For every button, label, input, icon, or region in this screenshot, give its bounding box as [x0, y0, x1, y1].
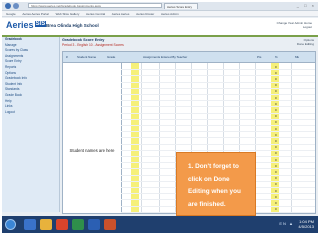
system-tray[interactable]: EN ▲	[279, 221, 294, 226]
score-cell[interactable]: 0	[275, 182, 277, 186]
header-link-logout[interactable]: Logout	[277, 25, 312, 29]
ie-icon[interactable]	[24, 219, 36, 230]
page-subtitle: Period 3 - English 10 - Assignment Score…	[62, 43, 124, 47]
media-icon[interactable]	[56, 219, 68, 230]
folder-icon[interactable]	[40, 219, 52, 230]
column-header[interactable]: Pts	[257, 55, 261, 59]
app-header: Aeries SIS Brea Olinda High School Change…	[2, 18, 318, 37]
score-cell[interactable]: 0	[275, 139, 277, 143]
table-row	[121, 100, 315, 102]
done-editing-link[interactable]: Done Editing	[297, 42, 314, 46]
back-icon[interactable]	[5, 3, 11, 9]
score-cell[interactable]: 0	[275, 158, 277, 162]
score-cell[interactable]: 0	[275, 114, 277, 118]
score-cell[interactable]: 0	[275, 151, 277, 155]
score-cell[interactable]: 0	[275, 77, 277, 81]
column-header[interactable]: %	[275, 55, 278, 59]
excel-icon[interactable]	[72, 219, 84, 230]
column-header[interactable]: #	[66, 55, 68, 59]
gradebook-title-bar: Gradebook Score Entry Period 3 - English…	[62, 38, 272, 50]
word-icon[interactable]	[88, 219, 100, 230]
logo-text: Aeries	[6, 20, 34, 30]
column-header[interactable]: Mk	[295, 55, 299, 59]
favorite-link[interactable]: Web Slice Gallery	[56, 12, 80, 16]
table-row	[121, 112, 315, 114]
score-cell[interactable]: 0	[275, 201, 277, 205]
aeries-logo[interactable]: Aeries SIS	[6, 20, 47, 30]
header-links: Change Year Admin Home Logout	[277, 21, 312, 29]
forward-icon[interactable]	[13, 3, 19, 9]
score-cell[interactable]: 0	[275, 89, 277, 93]
page-title: Gradebook Score Entry	[62, 38, 105, 42]
table-row	[121, 118, 315, 120]
powerpoint-icon[interactable]	[104, 219, 116, 230]
table-header: # Student Name Grade Assignments Entered…	[63, 52, 315, 63]
score-cell[interactable]: 0	[275, 120, 277, 124]
score-cell[interactable]: 0	[275, 145, 277, 149]
favorite-link[interactable]: Aeries Aeries Portal	[22, 12, 48, 16]
score-cell[interactable]: 0	[275, 83, 277, 87]
table-row	[121, 106, 315, 108]
nav-item[interactable]: Logout	[2, 110, 59, 116]
student-names-column: Student names are here	[63, 63, 122, 213]
window-controls[interactable]: _ □ ×	[297, 3, 316, 8]
table-row	[121, 137, 315, 139]
score-cell[interactable]: 0	[275, 71, 277, 75]
score-cell[interactable]: 0	[275, 170, 277, 174]
table-row	[121, 143, 315, 145]
score-cell[interactable]: 0	[275, 176, 277, 180]
score-cell[interactable]: 0	[275, 195, 277, 199]
score-cell[interactable]: 0	[275, 189, 277, 193]
score-cell[interactable]: 0	[275, 133, 277, 137]
instruction-callout: 1. Don't forget to click on Done Editing…	[176, 152, 256, 216]
student-names-note: Student names are here	[69, 148, 115, 153]
favorites-bar: Google Aeries Aeries Portal Web Slice Ga…	[2, 11, 318, 17]
gradebook-actions: Options Done Editing	[297, 38, 314, 46]
score-cell[interactable]: 0	[275, 96, 277, 100]
favorite-link[interactable]: Aeries Aeries	[112, 12, 130, 16]
logo-badge: SIS	[34, 21, 47, 27]
clock[interactable]: 1:04 PM 4/5/2013	[298, 219, 314, 229]
column-header[interactable]: Grade	[107, 55, 115, 59]
column-header[interactable]: Assignments Entered By Teacher	[143, 55, 187, 59]
left-navigation: Gradebook Manage Scores by Class Assignm…	[2, 37, 60, 212]
table-row	[121, 149, 315, 151]
school-name: Brea Olinda High School	[46, 23, 99, 28]
callout-number: 1.	[188, 163, 194, 170]
score-cell[interactable]: 0	[275, 102, 277, 106]
score-cell[interactable]: 0	[275, 207, 277, 211]
table-row	[121, 94, 315, 95]
browser-toolbar: https://www.aeries.net/Gradebook Assignm…	[2, 2, 318, 11]
windows-taskbar: EN ▲ 1:04 PM 4/5/2013	[2, 216, 318, 233]
column-header[interactable]: Student Name	[77, 55, 96, 59]
start-button-icon[interactable]	[5, 219, 16, 230]
score-cell[interactable]: 0	[275, 164, 277, 168]
table-row	[121, 125, 315, 126]
favorite-link[interactable]: Aeries Roster	[136, 12, 154, 16]
table-row	[121, 131, 315, 133]
callout-text: Don't forget to click on Done Editing wh…	[188, 163, 241, 208]
address-bar[interactable]: https://www.aeries.net/Gradebook Assignm…	[28, 3, 162, 8]
table-row	[121, 87, 315, 89]
table-row	[121, 69, 315, 71]
favorite-link[interactable]: Aeries Central	[86, 12, 105, 16]
score-cell[interactable]: 0	[275, 127, 277, 131]
favorite-link[interactable]: Google	[6, 12, 16, 16]
score-cell[interactable]: 0	[275, 65, 277, 69]
browser-tab[interactable]: Aeries Score Entry	[164, 3, 198, 9]
screenshot-frame: https://www.aeries.net/Gradebook Assignm…	[2, 2, 318, 233]
table-row	[121, 81, 315, 83]
clock-date: 4/5/2013	[298, 224, 314, 229]
score-cell[interactable]: 0	[275, 108, 277, 112]
table-row	[121, 75, 315, 77]
favorite-link[interactable]: Aeries Admin	[161, 12, 179, 16]
